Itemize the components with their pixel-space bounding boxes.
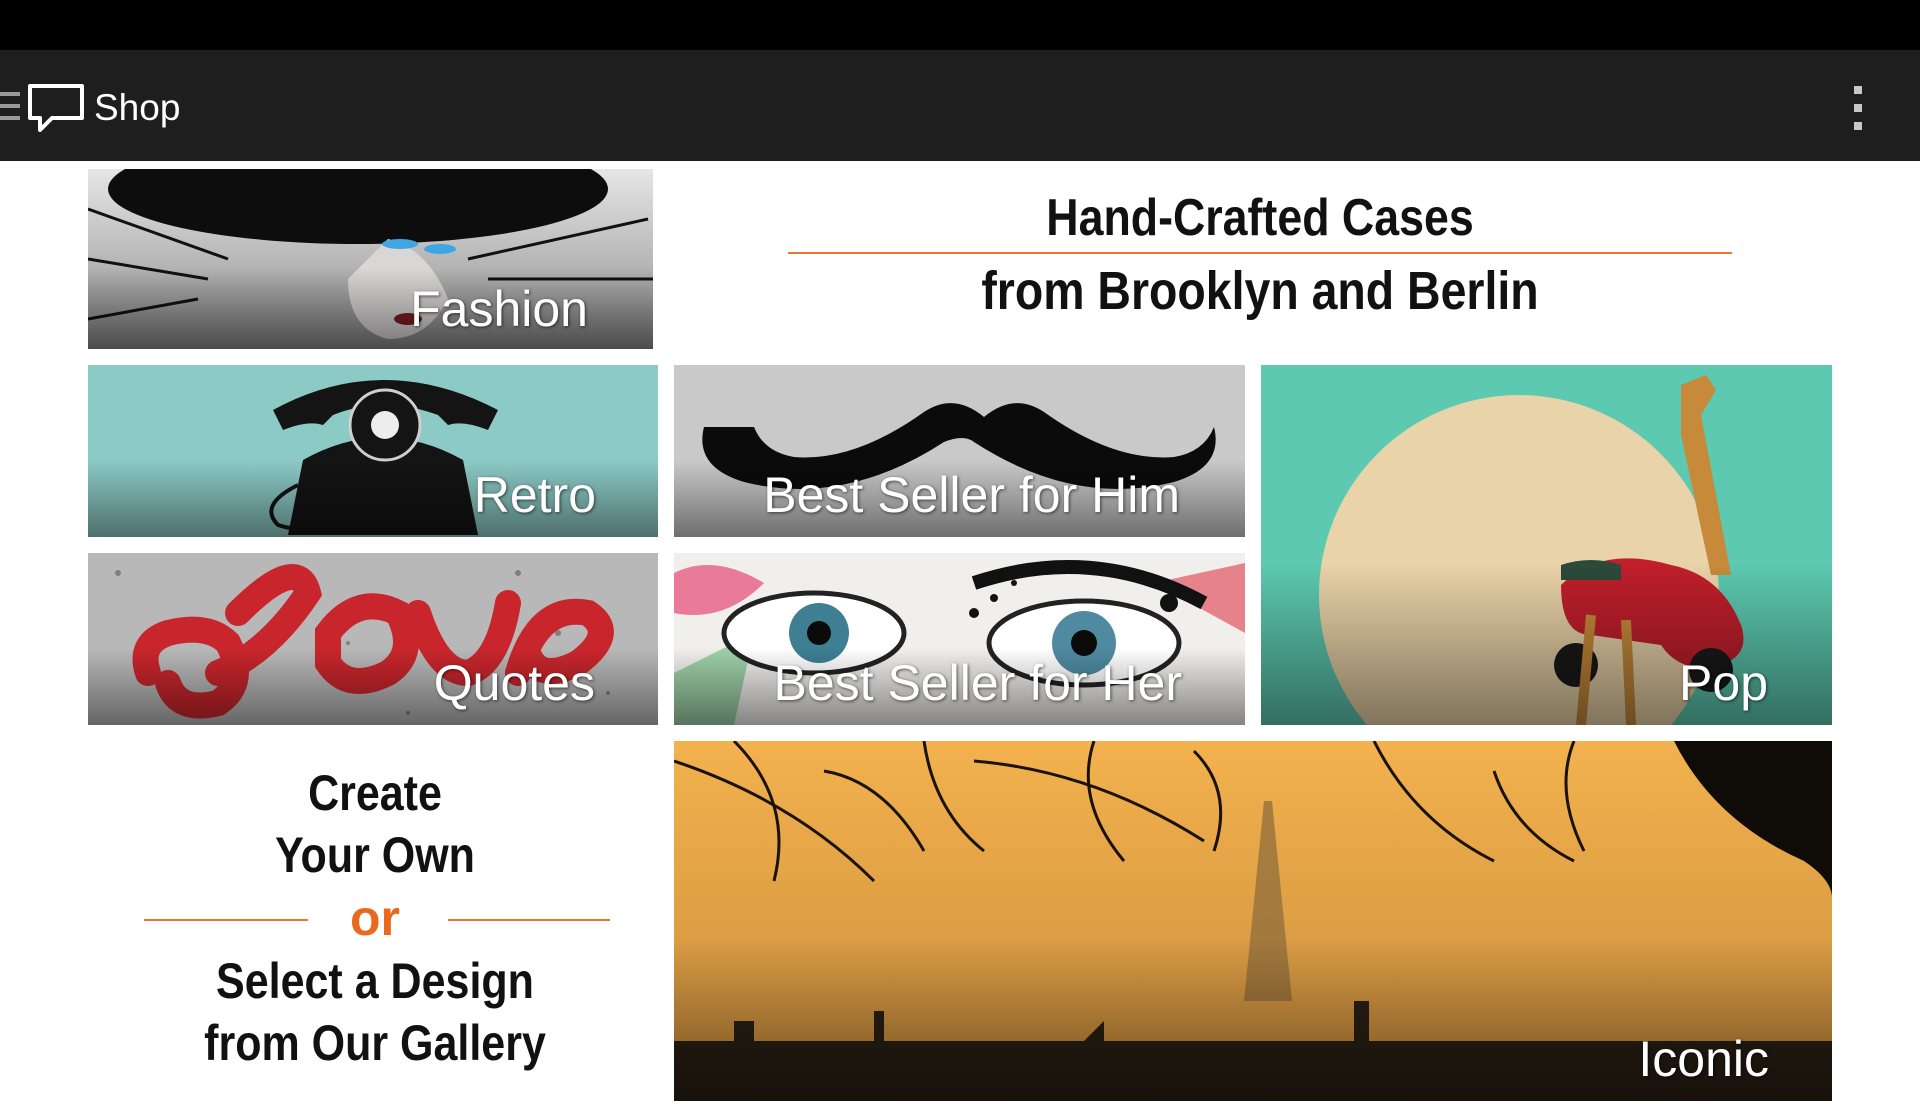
category-tile-quotes[interactable]: Quotes bbox=[88, 553, 658, 725]
headline-line-2: from Brooklyn and Berlin bbox=[981, 261, 1539, 321]
chat-bubble-logo-icon[interactable] bbox=[26, 80, 86, 132]
category-tile-pop[interactable]: Pop bbox=[1261, 365, 1832, 725]
category-tile-best-seller-her[interactable]: Best Seller for Her bbox=[674, 553, 1245, 725]
category-tile-best-seller-him[interactable]: Best Seller for Him bbox=[674, 365, 1245, 537]
action-bar bbox=[0, 50, 1920, 161]
category-label: Best Seller for Him bbox=[763, 467, 1180, 523]
category-label: Iconic bbox=[1638, 1031, 1769, 1087]
category-tile-retro[interactable]: Retro bbox=[88, 365, 658, 537]
category-label: Best Seller for Her bbox=[773, 655, 1182, 711]
headline-divider bbox=[788, 252, 1732, 254]
create-your-own-promo[interactable]: Create Your Own or Select a Design from … bbox=[140, 762, 610, 1074]
category-label: Pop bbox=[1679, 655, 1768, 711]
status-bar bbox=[0, 0, 1920, 50]
headline: Hand-Crafted Cases from Brooklyn and Ber… bbox=[760, 186, 1760, 324]
app-title: Shop bbox=[94, 87, 181, 128]
promo-or-row: or bbox=[140, 886, 610, 950]
promo-line-2: Your Own bbox=[275, 827, 475, 883]
promo-or: or bbox=[350, 890, 400, 946]
category-label: Retro bbox=[473, 467, 596, 523]
category-label: Quotes bbox=[433, 655, 595, 711]
category-label: Fashion bbox=[410, 281, 588, 337]
headline-line-1: Hand-Crafted Cases bbox=[1046, 189, 1474, 247]
promo-line-4: from Our Gallery bbox=[204, 1015, 546, 1071]
overflow-menu-icon[interactable] bbox=[1842, 84, 1874, 132]
promo-line-1: Create bbox=[308, 765, 442, 821]
category-tile-fashion[interactable]: Fashion bbox=[88, 169, 653, 349]
drawer-toggle-icon[interactable] bbox=[0, 92, 20, 124]
category-tile-iconic[interactable]: Iconic bbox=[674, 741, 1832, 1101]
promo-line-3: Select a Design bbox=[216, 953, 534, 1009]
